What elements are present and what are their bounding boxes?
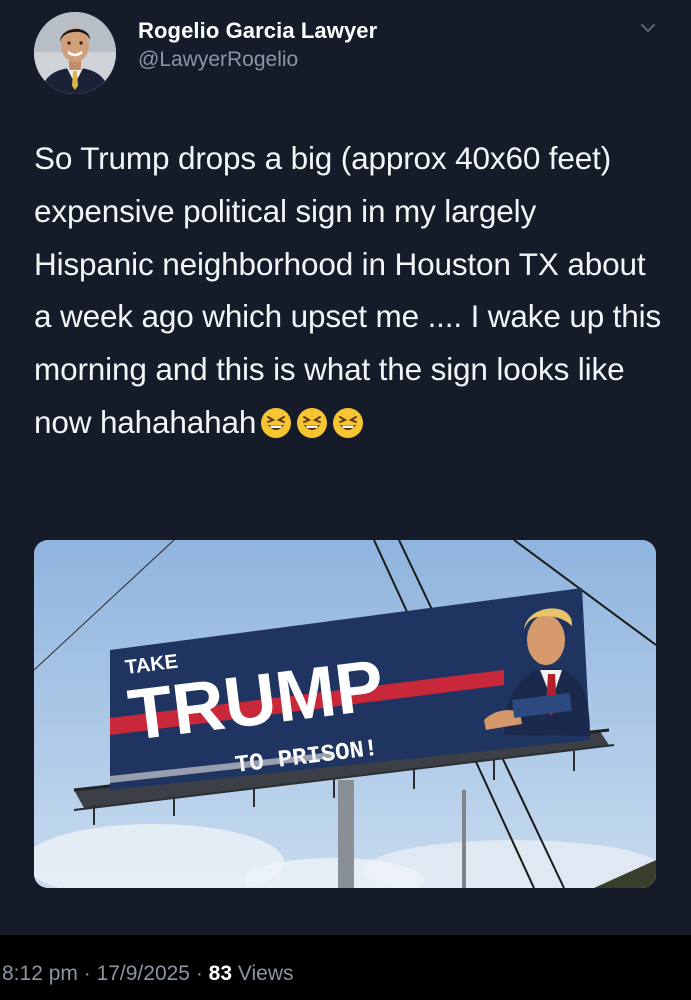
views-count[interactable]: 83 (209, 962, 232, 985)
author-display-name[interactable]: Rogelio Garcia Lawyer (138, 18, 377, 44)
grinning-squinting-face-icon (332, 402, 364, 438)
grinning-squinting-face-icon (296, 402, 328, 438)
views-label: Views (232, 962, 294, 985)
tweet-author: Rogelio Garcia Lawyer @LawyerRogelio (138, 18, 377, 72)
author-handle[interactable]: @LawyerRogelio (138, 48, 377, 72)
meta-separator: · (190, 962, 209, 985)
avatar-photo (34, 12, 116, 94)
grinning-squinting-face-icon (260, 402, 292, 438)
meta-separator: · (77, 962, 97, 985)
avatar[interactable] (34, 12, 116, 94)
tweet-card: Rogelio Garcia Lawyer @LawyerRogelio So … (0, 0, 691, 935)
tweet-footer: 8:12 pm · 17/9/2025 · 83 Views (0, 935, 691, 1000)
tweet-media-photo[interactable]: TAKE TRUMP TO PRISON! (34, 540, 656, 888)
chevron-down-icon[interactable] (637, 20, 659, 36)
billboard-photo: TAKE TRUMP TO PRISON! (34, 540, 656, 888)
emoji-row (256, 402, 364, 455)
tweet-date[interactable]: 17/9/2025 (97, 962, 190, 985)
tweet-text-block: So Trump drops a big (approx 40x60 feet)… (34, 132, 664, 455)
tweet-time[interactable]: 8:12 pm (2, 962, 78, 985)
tweet-text: So Trump drops a big (approx 40x60 feet)… (34, 140, 662, 440)
tweet-metadata: 8:12 pm · 17/9/2025 · 83 Views (2, 962, 294, 986)
